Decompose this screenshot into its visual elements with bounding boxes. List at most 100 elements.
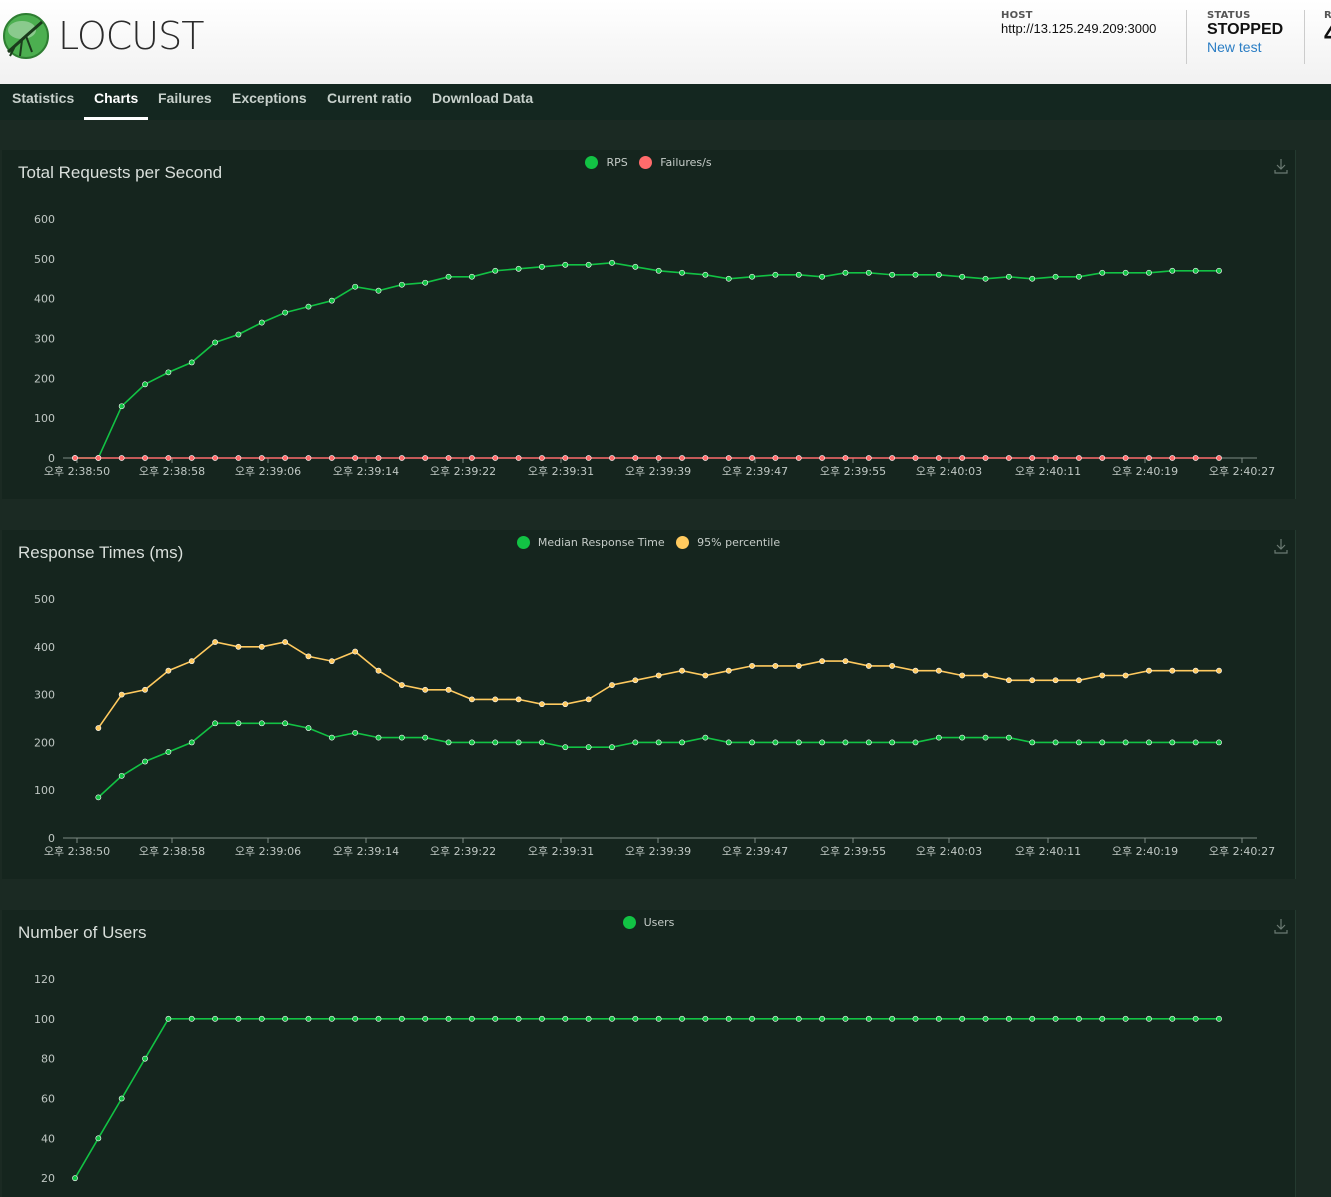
data-point bbox=[328, 1015, 335, 1022]
data-point bbox=[235, 1015, 242, 1022]
data-point bbox=[539, 701, 545, 708]
data-point bbox=[819, 273, 826, 280]
data-point bbox=[468, 1015, 475, 1022]
data-point bbox=[305, 1015, 312, 1022]
data-point bbox=[328, 297, 335, 304]
x-tick-label: 오후 2:39:55 bbox=[820, 465, 886, 478]
data-point bbox=[398, 1015, 405, 1022]
data-point bbox=[118, 691, 125, 698]
data-point bbox=[235, 720, 242, 727]
status-label: STATUS bbox=[1207, 10, 1251, 21]
data-point bbox=[1029, 677, 1036, 684]
data-point bbox=[352, 283, 359, 290]
data-point bbox=[1005, 273, 1012, 280]
data-point bbox=[165, 667, 172, 674]
data-point bbox=[749, 455, 755, 461]
data-point bbox=[445, 455, 452, 461]
data-point bbox=[305, 303, 312, 310]
x-tick-label: 오후 2:40:27 bbox=[1209, 845, 1275, 858]
data-point bbox=[165, 455, 172, 461]
tab-bar: Statistics Charts Failures Exceptions Cu… bbox=[0, 84, 1331, 120]
x-tick-label: 오후 2:39:55 bbox=[820, 845, 886, 858]
data-point bbox=[1005, 1015, 1012, 1022]
tab-charts[interactable]: Charts bbox=[84, 84, 149, 120]
data-point bbox=[142, 455, 148, 461]
data-point bbox=[422, 734, 429, 741]
data-point bbox=[609, 455, 615, 461]
data-point bbox=[142, 758, 148, 765]
data-point bbox=[795, 1015, 802, 1022]
tab-exceptions[interactable]: Exceptions bbox=[232, 84, 307, 120]
data-point bbox=[258, 643, 265, 650]
data-point bbox=[95, 455, 102, 461]
data-point bbox=[772, 271, 779, 278]
y-tick-label: 500 bbox=[34, 593, 55, 606]
data-point bbox=[679, 667, 685, 674]
data-point bbox=[1146, 739, 1152, 746]
data-point bbox=[282, 455, 289, 461]
data-point bbox=[95, 1135, 102, 1142]
data-point bbox=[982, 455, 989, 461]
data-point bbox=[118, 455, 125, 461]
data-point bbox=[468, 739, 475, 746]
data-point bbox=[609, 744, 615, 751]
data-point bbox=[795, 455, 802, 461]
data-point bbox=[982, 734, 989, 741]
x-tick-label: 오후 2:39:39 bbox=[625, 465, 691, 478]
x-tick-label: 오후 2:40:11 bbox=[1015, 845, 1081, 858]
y-tick-label: 0 bbox=[48, 832, 55, 845]
data-point bbox=[539, 455, 545, 461]
data-point bbox=[609, 259, 615, 266]
data-point bbox=[842, 269, 849, 276]
data-point bbox=[935, 271, 942, 278]
data-point bbox=[725, 455, 732, 461]
new-test-link[interactable]: New test bbox=[1207, 39, 1283, 55]
data-point bbox=[1005, 455, 1012, 461]
data-point bbox=[609, 1015, 615, 1022]
data-point bbox=[1169, 455, 1176, 461]
data-point bbox=[212, 339, 218, 346]
data-point bbox=[1216, 739, 1222, 746]
data-point bbox=[819, 1015, 826, 1022]
data-point bbox=[585, 261, 592, 268]
data-point bbox=[655, 672, 662, 679]
data-point bbox=[749, 739, 755, 746]
data-point bbox=[1099, 739, 1106, 746]
x-tick-label: 오후 2:40:19 bbox=[1112, 845, 1178, 858]
tab-download-data[interactable]: Download Data bbox=[432, 84, 533, 120]
x-tick-label: 오후 2:39:22 bbox=[430, 465, 496, 478]
data-point bbox=[422, 686, 429, 693]
data-point bbox=[889, 1015, 896, 1022]
data-point bbox=[772, 1015, 779, 1022]
data-point bbox=[865, 455, 872, 461]
tab-statistics[interactable]: Statistics bbox=[12, 84, 74, 120]
data-point bbox=[188, 1015, 195, 1022]
y-tick-label: 300 bbox=[34, 689, 55, 702]
data-point bbox=[935, 667, 942, 674]
data-point bbox=[632, 1015, 639, 1022]
tab-failures[interactable]: Failures bbox=[158, 84, 212, 120]
data-point bbox=[352, 729, 359, 736]
y-tick-label: 40 bbox=[41, 1132, 55, 1145]
data-point bbox=[585, 1015, 592, 1022]
y-tick-label: 120 bbox=[34, 973, 55, 986]
data-point bbox=[328, 455, 335, 461]
data-point bbox=[1099, 269, 1106, 276]
data-point bbox=[328, 658, 335, 665]
y-tick-label: 0 bbox=[48, 452, 55, 465]
data-point bbox=[1122, 1015, 1129, 1022]
data-point bbox=[515, 696, 522, 703]
data-point bbox=[375, 287, 382, 294]
top-header: LOCUST HOST http://13.125.249.209:3000 S… bbox=[0, 0, 1331, 85]
data-point bbox=[562, 455, 569, 461]
data-point bbox=[912, 455, 919, 461]
data-point bbox=[912, 271, 919, 278]
x-tick-label: 오후 2:39:47 bbox=[722, 845, 788, 858]
data-point bbox=[1216, 267, 1222, 274]
data-point bbox=[352, 648, 359, 655]
data-point bbox=[375, 734, 382, 741]
data-point bbox=[305, 653, 312, 660]
data-point bbox=[912, 739, 919, 746]
chart-panel-rps: Total Requests per Second RPS Failures/s… bbox=[2, 150, 1296, 499]
tab-current-ratio[interactable]: Current ratio bbox=[327, 84, 412, 120]
